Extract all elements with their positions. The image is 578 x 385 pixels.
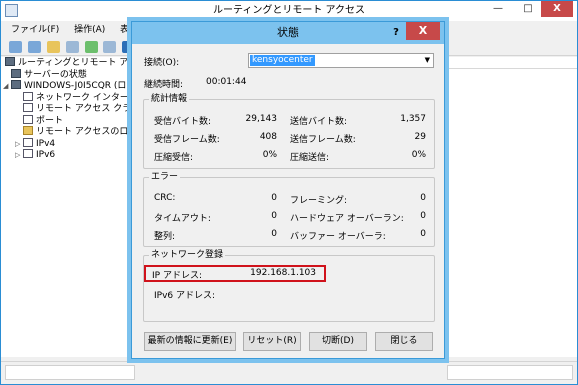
crc-value: 0 [271,193,277,203]
app-icon [5,4,18,17]
frames-received-label: 受信フレーム数: [154,135,220,145]
framing-value: 0 [420,193,426,203]
duration-value: 00:01:44 [206,77,247,87]
chevron-down-icon[interactable]: ▼ [425,54,430,67]
expand-icon[interactable]: ▷ [15,150,23,161]
compression-out-label: 圧縮送信: [290,153,330,163]
ipv6-address-label: IPv6 アドレス: [154,291,216,301]
interface-icon [23,137,33,147]
back-icon[interactable] [9,41,22,53]
compression-out-value: 0% [411,150,426,160]
menu-file[interactable]: ファイル(F) [11,25,59,35]
server-icon [11,68,21,78]
main-close-button[interactable]: X [541,1,573,17]
dialog-close-button[interactable]: X [406,22,440,40]
bytes-sent-value: 1,357 [400,114,426,124]
connection-value: kensyocenter [250,55,315,66]
connection-select[interactable]: kensyocenter ▼ [248,53,434,68]
maximize-button[interactable]: □ [517,1,539,17]
help-button[interactable]: ? [388,25,404,40]
dialog-title-bar: 状態 ? X [132,22,444,44]
bytes-received-label: 受信バイト数: [154,117,212,127]
errors-title: エラー [149,172,181,183]
refresh-icon[interactable] [84,41,98,53]
tree-item-ipv4[interactable]: ▷ IPv4 [1,137,135,150]
ip-address-highlight: IP アドレス: 192.168.1.103 [144,265,326,282]
ip-address-value: 192.168.1.103 [250,268,316,278]
tree-item-network-interfaces[interactable]: ネットワーク インターフェ [1,91,135,104]
duration-label: 継続時間: [144,80,184,90]
tree-item-remote-clients[interactable]: リモート アクセス クライア [1,103,135,115]
tree-item-ipv6[interactable]: ▷ IPv6 [1,149,135,161]
bytes-sent-label: 送信バイト数: [290,117,348,127]
tree-item-logging[interactable]: リモート アクセスのログと [1,126,135,138]
server-icon [11,80,21,89]
console-tree: ルーティングとリモート アクセス サーバーの状態 ◢WINDOWS-J0I5CQ… [1,57,136,357]
statistics-group: 統計情報 受信バイト数: 29,143 送信バイト数: 1,357 受信フレーム… [143,94,435,169]
reset-button[interactable]: リセット(R) [243,332,301,351]
bytes-received-value: 29,143 [245,114,278,124]
minimize-button[interactable]: — [487,1,509,17]
dialog-title: 状態 [277,26,299,39]
tree-item-server[interactable]: ◢ WINDOWS-J0I5CQR (ロ [1,80,135,92]
timeout-label: タイムアウト: [154,214,211,224]
tree-item-ports[interactable]: ポート [1,114,135,127]
frames-received-value: 408 [259,132,277,142]
connection-label: 接続(O): [144,58,180,68]
folder-icon [23,126,33,135]
up-folder-icon[interactable] [46,41,60,53]
compression-in-label: 圧縮受信: [154,153,194,163]
framing-label: フレーミング: [290,196,348,206]
alignment-label: 整列: [154,232,176,242]
interface-icon [23,114,33,124]
statistics-title: 統計情報 [149,94,190,105]
close-button[interactable]: 閉じる [375,332,433,351]
server-icon [5,57,15,66]
status-dialog: 状態 ? X 接続(O): kensyocenter ▼ 継続時間: 00:01… [131,21,445,359]
status-cell [447,365,573,380]
alignment-value: 0 [271,229,277,239]
refresh-button[interactable]: 最新の情報に更新(E) [144,332,236,351]
tree-item-routing[interactable]: ルーティングとリモート アクセス [1,57,135,69]
compression-in-value: 0% [262,150,277,160]
disconnect-button[interactable]: 切断(D) [309,332,367,351]
timeout-value: 0 [271,211,277,221]
frames-sent-label: 送信フレーム数: [290,135,356,145]
expand-icon[interactable]: ◢ [3,81,11,92]
buffer-overrun-value: 0 [420,229,426,239]
forward-icon[interactable] [27,41,41,53]
ip-address-label: IP アドレス: [152,271,202,281]
show-tree-icon[interactable] [65,41,79,53]
export-icon[interactable] [103,41,117,53]
buffer-overrun-label: バッファー オーバーラ: [290,232,386,242]
frames-sent-value: 29 [414,132,426,142]
menu-action[interactable]: 操作(A) [74,25,105,35]
main-window-title: ルーティングとリモート アクセス [212,5,366,16]
tree-item-server-status[interactable]: サーバーの状態 [1,68,135,81]
network-registration-title: ネットワーク登録 [149,250,226,261]
hw-overrun-label: ハードウェア オーバーラン: [290,214,404,224]
interface-icon [23,91,33,101]
interface-icon [23,149,33,158]
errors-group: エラー CRC: 0 フレーミング: 0 タイムアウト: 0 ハードウェア オー… [143,172,435,247]
status-bar [1,361,577,383]
main-title-bar: ルーティングとリモート アクセス — □ X [1,1,577,21]
hw-overrun-value: 0 [420,211,426,221]
crc-label: CRC: [154,193,176,203]
expand-icon[interactable]: ▷ [15,139,23,150]
status-cell [5,365,135,380]
interface-icon [23,103,33,112]
